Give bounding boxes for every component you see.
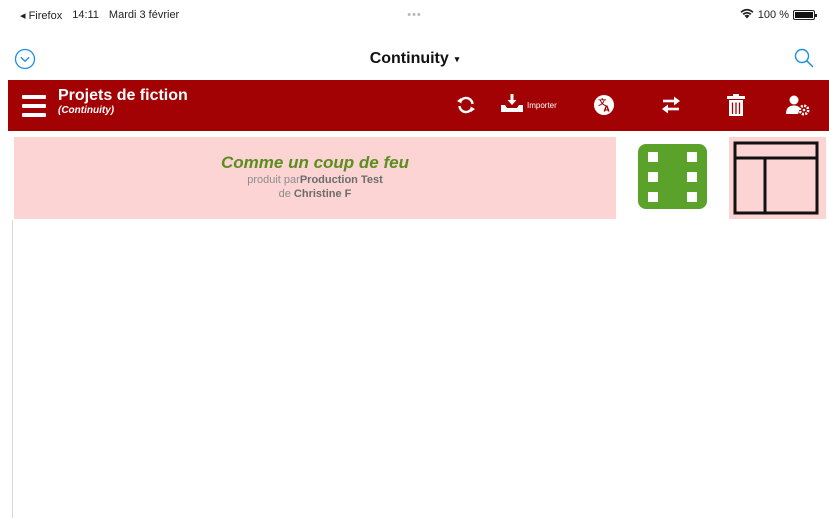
user-settings-icon[interactable] <box>784 93 812 117</box>
project-title: Comme un coup de feu <box>221 153 409 172</box>
toolbar-subtitle: (Continuity) <box>58 105 115 116</box>
page-title-text: Continuity <box>369 50 449 67</box>
battery-icon <box>793 10 817 20</box>
production-name: Production Test <box>299 174 383 186</box>
app-toolbar: Projets de fiction (Continuity) Importer… <box>8 80 829 131</box>
toolbar-title-block: Projets de fiction (Continuity) <box>58 86 188 117</box>
status-time: 14:11 <box>72 9 99 21</box>
produced-by-prefix: produit par <box>247 174 300 186</box>
search-icon[interactable] <box>793 47 815 69</box>
author-prefix: de <box>278 188 291 200</box>
back-to-app-link[interactable]: ◂ Firefox <box>20 9 62 22</box>
content-divider <box>12 220 13 518</box>
project-author-line: de Christine F <box>14 187 616 201</box>
status-bar: ◂ Firefox 14:11 Mardi 3 février ••• 100 … <box>0 0 829 30</box>
menu-icon[interactable] <box>22 95 46 117</box>
navigation-bar: Continuity ▾ <box>0 40 829 78</box>
author-name: Christine F <box>293 188 352 200</box>
import-label: Importer <box>527 100 557 110</box>
translate-icon[interactable]: 文A <box>592 93 616 117</box>
page-title[interactable]: Continuity ▾ <box>370 50 460 68</box>
wifi-icon <box>740 8 754 22</box>
battery-percent: 100 % <box>757 9 789 21</box>
chevron-circle-down-icon[interactable] <box>14 48 36 70</box>
svg-text:A: A <box>604 105 611 114</box>
toolbar-title: Projets de fiction <box>58 87 188 104</box>
trash-icon[interactable] <box>724 93 748 117</box>
layout-grid-icon[interactable] <box>729 137 826 219</box>
project-production-line: produit parProduction Test <box>14 173 616 187</box>
import-icon <box>500 93 524 118</box>
status-date: Mardi 3 février <box>108 9 180 21</box>
import-button[interactable]: Importer <box>500 93 570 117</box>
title-dropdown-caret: ▾ <box>454 53 460 64</box>
swap-icon[interactable] <box>658 93 684 117</box>
film-strip-icon[interactable] <box>638 144 707 209</box>
sync-icon[interactable] <box>454 93 478 117</box>
project-list-item[interactable]: Comme un coup de feu produit parProducti… <box>14 137 616 219</box>
